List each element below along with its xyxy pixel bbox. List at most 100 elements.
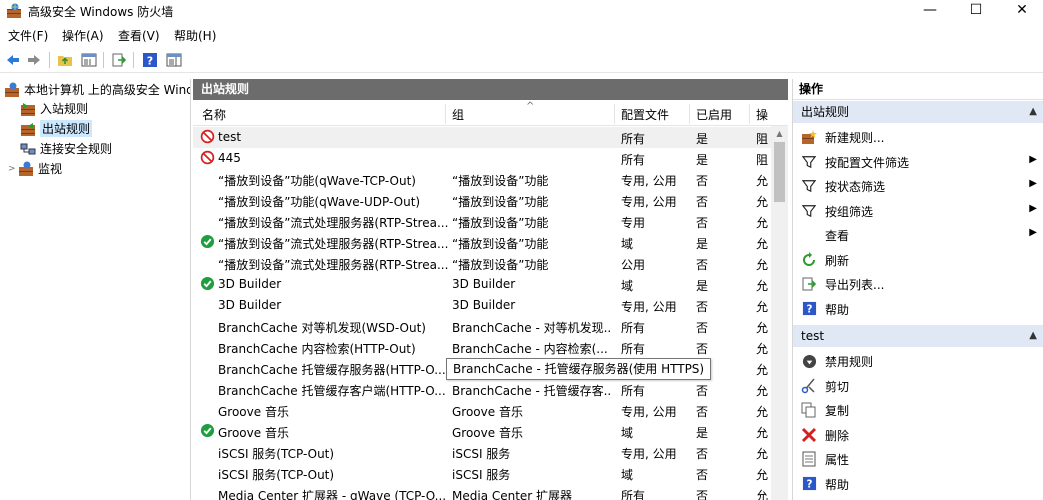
action-item[interactable]: 导出列表...: [793, 272, 1043, 296]
table-row[interactable]: BranchCache 托管缓存客户端(HTTP-O... BranchCache…: [193, 379, 771, 400]
action-item[interactable]: 属性: [793, 447, 1043, 471]
column-header-enabled[interactable]: 已启用: [696, 106, 732, 123]
back-arrow-icon[interactable]: [3, 50, 23, 70]
action-item[interactable]: 按组筛选 ▶: [793, 199, 1043, 223]
table-row[interactable]: Groove 音乐 Groove 音乐 域 是 允: [193, 421, 771, 442]
menu-help[interactable]: 帮助(H): [174, 27, 216, 44]
rule-group-cell: BranchCache - 内容检索(...: [452, 342, 608, 356]
action-item[interactable]: 复制: [793, 398, 1043, 422]
column-header-action[interactable]: 操: [756, 106, 768, 123]
action-item[interactable]: 禁用规则: [793, 349, 1043, 373]
tree-item-connection-security[interactable]: 连接安全规则: [20, 139, 112, 158]
rule-name-cell: 445: [218, 151, 241, 165]
allow-check-icon: [200, 234, 216, 252]
tree-item-monitor[interactable]: > 监视: [8, 159, 62, 178]
rule-group-cell: BranchCache - 对等机发现...: [452, 321, 612, 335]
table-row[interactable]: 3D Builder 3D Builder 域 是 允: [193, 274, 771, 295]
table-row[interactable]: iSCSI 服务(TCP-Out) iSCSI 服务 域 否 允: [193, 463, 771, 484]
rule-action-cell: 允: [756, 363, 769, 377]
title-bar: 高级安全 Windows 防火墙 — ☐ ✕: [0, 0, 1043, 22]
collapse-section-icon[interactable]: ▲: [1029, 325, 1037, 347]
tree-item-label: 连接安全规则: [40, 142, 113, 156]
action-item[interactable]: 删除: [793, 423, 1043, 447]
table-row[interactable]: Media Center 扩展器 - qWave (TCP-O... Media …: [193, 484, 771, 500]
rule-enabled-cell: 否: [696, 342, 709, 356]
action-item[interactable]: ? 帮助: [793, 472, 1043, 496]
tree-item-inbound-rules[interactable]: 入站规则: [20, 99, 88, 118]
export-icon[interactable]: [109, 50, 129, 70]
show-hide-action-pane-icon[interactable]: [164, 50, 184, 70]
rule-group-cell: “播放到设备”功能: [452, 195, 549, 209]
rule-enabled-cell: 是: [696, 426, 709, 440]
table-row[interactable]: BranchCache 内容检索(HTTP-Out) BranchCache - …: [193, 337, 771, 358]
window-title: 高级安全 Windows 防火墙: [28, 5, 174, 19]
action-label: 按配置文件筛选: [825, 155, 910, 170]
column-header-profile[interactable]: 配置文件: [621, 106, 669, 123]
table-row[interactable]: test 所有 是 阻: [193, 127, 771, 148]
rule-name-cell: BranchCache 托管缓存服务器(HTTP-O...: [218, 363, 446, 377]
menu-action[interactable]: 操作(A): [62, 27, 104, 44]
tree-item-label: 监视: [38, 162, 63, 176]
action-label: 导出列表...: [825, 278, 885, 292]
action-item[interactable]: 查看 ▶: [793, 223, 1043, 247]
console-tree: 本地计算机 上的高级安全 Windows 入站规则 出站规则 连接安全规则 > …: [0, 79, 191, 500]
column-header-name[interactable]: 名称: [202, 106, 226, 123]
action-item[interactable]: 按状态筛选 ▶: [793, 174, 1043, 198]
table-row[interactable]: iSCSI 服务(TCP-Out) iSCSI 服务 专用, 公用 否 允: [193, 442, 771, 463]
connection-security-icon: [20, 141, 36, 157]
action-item[interactable]: 按配置文件筛选 ▶: [793, 150, 1043, 174]
scroll-thumb[interactable]: [774, 142, 785, 202]
actions-section-header[interactable]: 出站规则 ▲: [793, 101, 1043, 123]
table-row[interactable]: “播放到设备”流式处理服务器(RTP-Strea... “播放到设备”功能 域 是 允: [193, 232, 771, 253]
minimize-button[interactable]: —: [907, 0, 953, 22]
table-row[interactable]: 445 所有 是 阻: [193, 148, 771, 169]
actions-section-header[interactable]: test ▲: [793, 325, 1043, 347]
table-row[interactable]: BranchCache 对等机发现(WSD-Out) BranchCache - …: [193, 316, 771, 337]
rule-group-cell: 3D Builder: [452, 277, 516, 291]
rule-action-cell: 允: [756, 468, 769, 482]
action-item[interactable]: 新建规则...: [793, 125, 1043, 149]
firewall-root-icon: [4, 82, 20, 98]
expand-chevron-icon[interactable]: >: [8, 164, 18, 174]
help-icon[interactable]: ?: [140, 50, 160, 70]
rule-enabled-cell: 否: [696, 447, 709, 461]
rule-action-cell: 允: [756, 195, 769, 209]
toolbar: ?: [0, 47, 1043, 73]
action-item[interactable]: 刷新: [793, 248, 1043, 272]
table-row[interactable]: “播放到设备”功能(qWave-UDP-Out) “播放到设备”功能 专用, 公用 否…: [193, 190, 771, 211]
menu-view[interactable]: 查看(V): [118, 27, 160, 44]
rule-profile-cell: 公用: [621, 258, 646, 272]
collapse-section-icon[interactable]: ▲: [1029, 101, 1037, 123]
maximize-button[interactable]: ☐: [953, 0, 999, 22]
table-row[interactable]: “播放到设备”流式处理服务器(RTP-Strea... “播放到设备”功能 专用 否 允: [193, 211, 771, 232]
rule-enabled-cell: 否: [696, 216, 709, 230]
column-header-row: 名称 组 ^ 配置文件 已启用 操: [193, 101, 788, 126]
scroll-up-arrow-icon[interactable]: ▲: [771, 126, 788, 142]
rule-profile-cell: 专用: [621, 216, 646, 230]
action-item[interactable]: ? 帮助: [793, 297, 1043, 321]
rule-profile-cell: 域: [621, 237, 634, 251]
column-header-group[interactable]: 组: [452, 106, 464, 123]
table-row[interactable]: “播放到设备”功能(qWave-TCP-Out) “播放到设备”功能 专用, 公用 否…: [193, 169, 771, 190]
name-tooltip: BranchCache - 托管缓存服务器(使用 HTTPS): [446, 358, 712, 380]
tree-root[interactable]: 本地计算机 上的高级安全 Windows: [4, 80, 190, 99]
rule-profile-cell: 所有: [621, 132, 646, 146]
table-row[interactable]: Groove 音乐 Groove 音乐 专用, 公用 否 允: [193, 400, 771, 421]
action-item[interactable]: 剪切: [793, 374, 1043, 398]
table-row[interactable]: 3D Builder 3D Builder 专用, 公用 否 允: [193, 295, 771, 316]
forward-arrow-icon[interactable]: [24, 50, 44, 70]
tree-item-outbound-rules[interactable]: 出站规则: [20, 119, 93, 138]
rule-action-cell: 允: [756, 258, 769, 272]
rule-enabled-cell: 是: [696, 153, 709, 167]
up-folder-icon[interactable]: [55, 50, 75, 70]
table-row[interactable]: “播放到设备”流式处理服务器(RTP-Strea... “播放到设备”功能 公用 否 允: [193, 253, 771, 274]
show-hide-tree-icon[interactable]: [79, 50, 99, 70]
close-button[interactable]: ✕: [999, 0, 1043, 22]
firewall-app-icon: [6, 3, 22, 22]
actions-pane: 操作 出站规则 ▲ 新建规则... 按配置文件筛选 ▶ 按状态筛选 ▶ 按组筛选 ▶ 查看 ▶ 刷新导…: [792, 79, 1043, 500]
vertical-scrollbar[interactable]: ▲: [771, 126, 788, 500]
svg-text:?: ?: [806, 479, 812, 491]
menu-file[interactable]: 文件(F): [8, 27, 48, 44]
menu-bar: 文件(F) 操作(A) 查看(V) 帮助(H): [0, 24, 1043, 46]
rule-profile-cell: 专用, 公用: [621, 300, 677, 314]
